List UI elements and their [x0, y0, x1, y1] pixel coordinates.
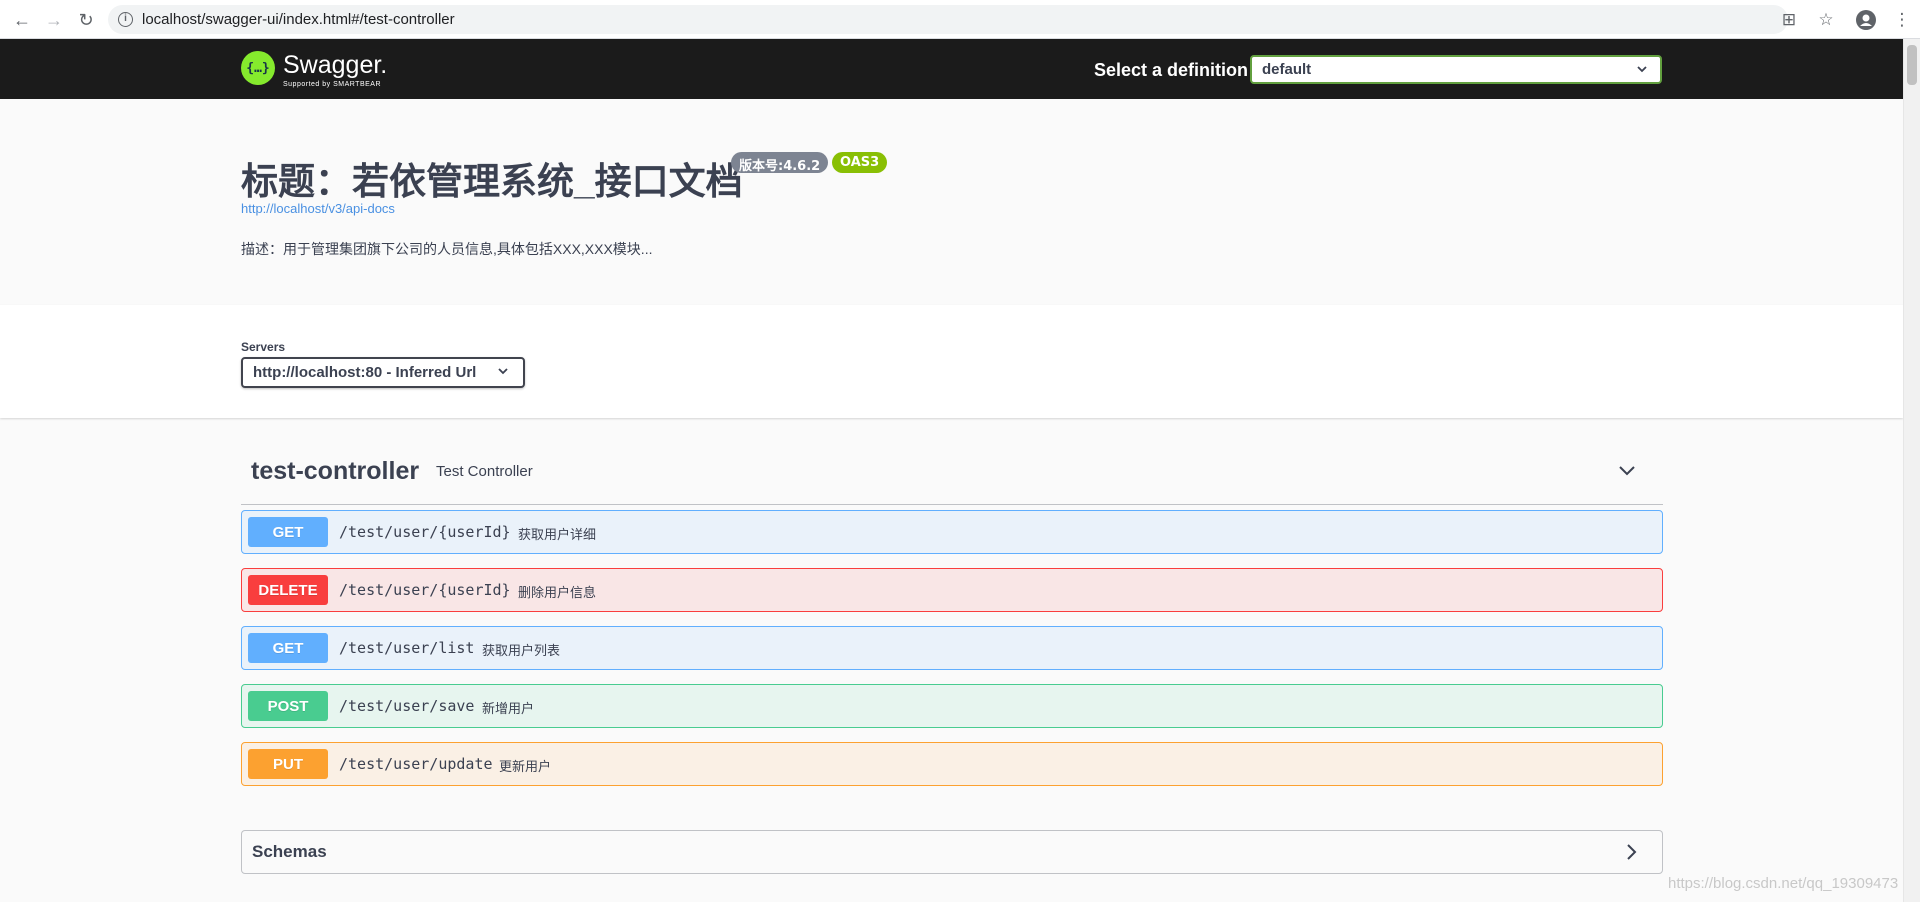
- operation-post-user-save[interactable]: POST /test/user/save 新增用户: [241, 684, 1663, 728]
- operation-summary: 新增用户: [482, 701, 535, 716]
- swagger-logo-icon[interactable]: {…}: [241, 51, 275, 85]
- back-arrow-icon[interactable]: ←: [8, 6, 36, 34]
- chevron-right-icon[interactable]: [1620, 841, 1642, 863]
- chevron-down-icon[interactable]: [1616, 459, 1638, 481]
- translate-icon[interactable]: ⊞: [1776, 7, 1802, 33]
- servers-select-value: http://localhost:80 - Inferred Url: [253, 364, 477, 381]
- operation-put-user-update[interactable]: PUT /test/user/update 更新用户: [241, 742, 1663, 786]
- vertical-scrollbar[interactable]: [1903, 39, 1920, 902]
- site-info-icon[interactable]: i: [118, 12, 133, 27]
- method-badge: POST: [248, 691, 328, 721]
- method-badge: PUT: [248, 749, 328, 779]
- bookmark-star-icon[interactable]: ☆: [1813, 7, 1839, 33]
- chevron-down-icon: [1636, 62, 1648, 78]
- chevron-down-icon: [497, 365, 509, 380]
- operation-path: /test/user/{userId}: [339, 523, 511, 541]
- method-badge: GET: [248, 633, 328, 663]
- menu-kebab-icon[interactable]: ⋮: [1889, 7, 1915, 33]
- tag-section-header[interactable]: test-controller Test Controller: [241, 445, 1663, 505]
- operation-delete-user[interactable]: DELETE /test/user/{userId} 删除用户信息: [241, 568, 1663, 612]
- api-description: 描述：用于管理集团旗下公司的人员信息,具体包括XXX,XXX模块...: [241, 241, 653, 257]
- address-url[interactable]: localhost/swagger-ui/index.html#/test-co…: [142, 11, 455, 28]
- definition-label: Select a definition: [1094, 60, 1249, 80]
- oas-badge: OAS3: [832, 152, 888, 173]
- address-bar[interactable]: i localhost/swagger-ui/index.html#/test-…: [108, 5, 1788, 34]
- operation-path: /test/user/{userId}: [339, 581, 511, 599]
- operation-path: /test/user/update: [339, 755, 493, 773]
- method-badge: GET: [248, 517, 328, 547]
- swagger-logo-subtitle: Supported by SMARTBEAR: [283, 81, 382, 88]
- definition-select-value: default: [1262, 61, 1312, 78]
- swagger-topbar: {…} Swagger. Supported by SMARTBEAR Sele…: [0, 39, 1903, 99]
- servers-select[interactable]: http://localhost:80 - Inferred Url: [241, 357, 525, 388]
- operation-summary: 删除用户信息: [518, 585, 597, 600]
- servers-label: Servers: [241, 340, 286, 354]
- api-info-section: 标题：若依管理系统_接口文档 版本号:4.6.2 OAS3 http://loc…: [0, 99, 1903, 305]
- tag-name[interactable]: test-controller: [251, 457, 419, 486]
- operation-path: /test/user/list: [339, 639, 475, 657]
- schemas-section[interactable]: Schemas: [241, 830, 1663, 874]
- operation-summary: 获取用户详细: [518, 527, 597, 542]
- scrollbar-thumb[interactable]: [1907, 45, 1917, 85]
- schemas-title: Schemas: [252, 842, 327, 861]
- api-title: 标题：若依管理系统_接口文档: [241, 161, 743, 202]
- tag-description: Test Controller: [436, 463, 533, 480]
- forward-arrow-icon[interactable]: →: [40, 6, 68, 34]
- operation-path: /test/user/save: [339, 697, 475, 715]
- operation-get-user-detail[interactable]: GET /test/user/{userId} 获取用户详细: [241, 510, 1663, 554]
- swagger-logo-text[interactable]: Swagger.: [283, 51, 387, 80]
- method-badge: DELETE: [248, 575, 328, 605]
- browser-toolbar: ← → ↻ i localhost/swagger-ui/index.html#…: [0, 0, 1920, 39]
- profile-avatar-icon[interactable]: [1853, 7, 1879, 33]
- definition-select[interactable]: default: [1250, 55, 1662, 84]
- watermark-text: https://blog.csdn.net/qq_19309473: [1668, 875, 1899, 892]
- operation-get-user-list[interactable]: GET /test/user/list 获取用户列表: [241, 626, 1663, 670]
- operation-summary: 获取用户列表: [482, 643, 561, 658]
- version-badge: 版本号:4.6.2: [731, 152, 829, 174]
- api-docs-link[interactable]: http://localhost/v3/api-docs: [241, 201, 395, 216]
- servers-section: Servers http://localhost:80 - Inferred U…: [0, 305, 1903, 418]
- reload-icon[interactable]: ↻: [72, 6, 100, 34]
- operation-summary: 更新用户: [499, 759, 552, 774]
